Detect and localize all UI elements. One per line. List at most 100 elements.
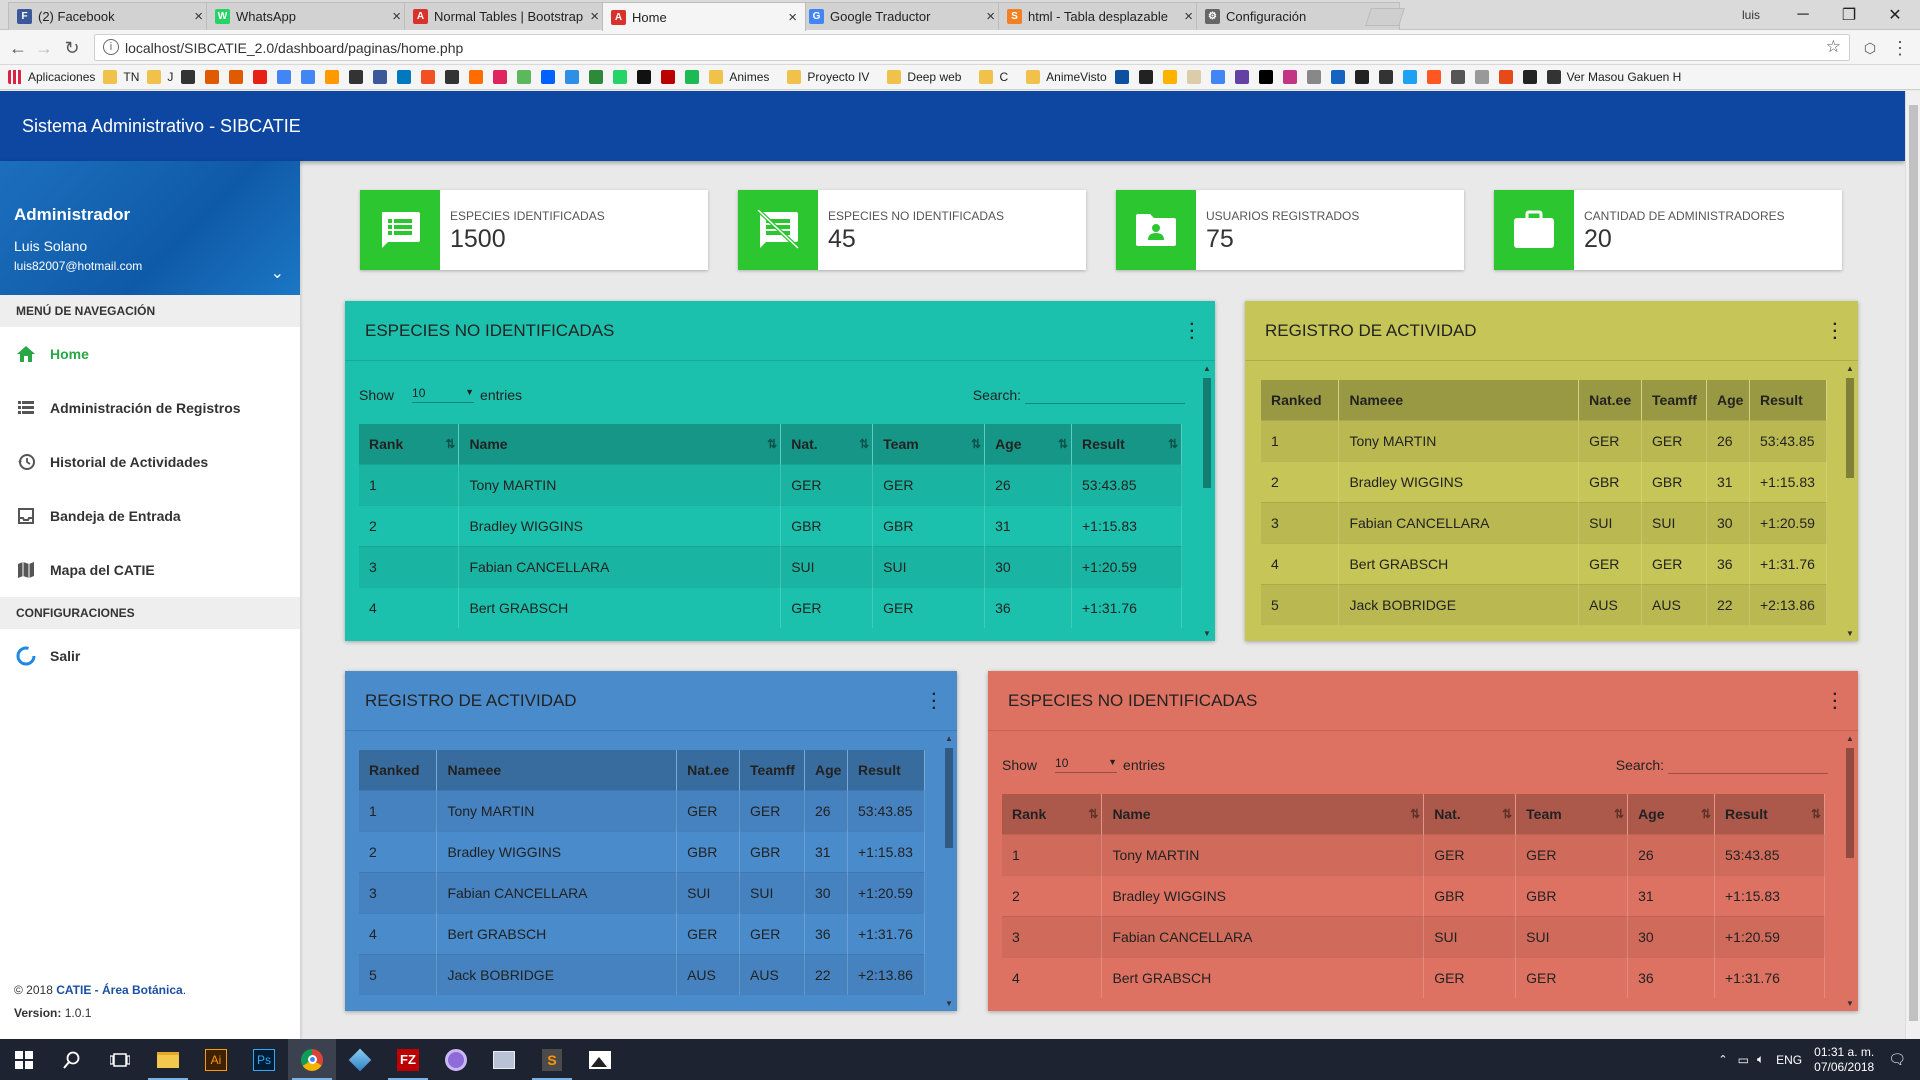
browser-tab[interactable]: F (2) Facebook ×: [8, 2, 212, 30]
bookmark-favicon-icon[interactable]: [205, 70, 220, 84]
table-row[interactable]: 2 Bradley WIGGINS GBR GBR 31 +1:15.83: [1002, 874, 1825, 916]
entries-select[interactable]: 10 ▼: [1055, 756, 1118, 773]
more-vert-icon[interactable]: · · ·: [932, 687, 937, 717]
bookmark-favicon-icon[interactable]: [1474, 70, 1489, 84]
tab-close-icon[interactable]: ×: [590, 8, 599, 25]
bookmark-favicon-icon[interactable]: [1522, 70, 1537, 84]
chevron-up-icon[interactable]: ⌃: [1718, 1053, 1727, 1066]
sidebar-item-bandeja[interactable]: Bandeja de Entrada: [0, 489, 300, 543]
new-tab-button[interactable]: [1365, 8, 1405, 26]
column-header[interactable]: Nat.ee: [676, 750, 741, 790]
bookmark-folder[interactable]: J: [147, 70, 173, 84]
minimize-icon[interactable]: ─: [1780, 0, 1826, 30]
table-row[interactable]: 4 Bert GRABSCH GER GER 36 +1:31.76: [1002, 956, 1825, 998]
bookmark-favicon-icon[interactable]: [661, 70, 676, 84]
bookmark-favicon-icon[interactable]: [1114, 70, 1129, 84]
bookmark-folder[interactable]: C: [979, 70, 1008, 84]
bookmark-link[interactable]: Ver Masou Gakuen H: [1546, 70, 1681, 84]
bookmark-favicon-icon[interactable]: [181, 70, 196, 84]
volume-icon[interactable]: 🔈︎: [1757, 1052, 1764, 1067]
app-title[interactable]: Sistema Administrativo - SIBCATIE: [22, 116, 301, 137]
browser-tab[interactable]: G Google Traductor ×: [800, 2, 1004, 30]
bookmark-favicon-icon[interactable]: [637, 70, 652, 84]
bookmark-favicon-icon[interactable]: [1354, 70, 1369, 84]
column-header[interactable]: Ranked: [1261, 380, 1340, 420]
menu-icon[interactable]: ⋮: [1888, 36, 1912, 60]
search-input[interactable]: [1025, 386, 1185, 404]
table-row[interactable]: 3 Fabian CANCELLARA SUI SUI 30 +1:20.59: [1002, 915, 1825, 957]
column-header[interactable]: Team ⇅: [1515, 794, 1629, 834]
tab-close-icon[interactable]: ×: [1184, 8, 1193, 25]
bookmark-favicon-icon[interactable]: [373, 70, 388, 84]
url-field[interactable]: i localhost/SIBCATIE_2.0/dashboard/pagin…: [94, 34, 1850, 61]
browser-tab[interactable]: W WhatsApp ×: [206, 2, 410, 30]
bookmark-favicon-icon[interactable]: [1138, 70, 1153, 84]
column-header[interactable]: Result ⇅: [1714, 794, 1825, 834]
back-icon[interactable]: ←: [6, 36, 30, 60]
sublime-text-icon[interactable]: S: [528, 1039, 576, 1080]
column-header[interactable]: Age: [804, 750, 848, 790]
column-header[interactable]: Teamff: [1641, 380, 1708, 420]
column-header[interactable]: Age: [1706, 380, 1750, 420]
sidebar-item-home[interactable]: Home: [0, 327, 300, 381]
table-row[interactable]: 1 Tony MARTIN GER GER 26 53:43.85: [1002, 833, 1825, 875]
table-row[interactable]: 5 Jack BOBRIDGE AUS AUS 22 +2:13.86: [1261, 583, 1827, 625]
filezilla-icon[interactable]: FZ: [384, 1039, 432, 1080]
sort-icon[interactable]: ⇅: [971, 437, 981, 451]
info-icon[interactable]: i: [103, 39, 119, 55]
browser-tab[interactable]: A Home ×: [602, 2, 806, 31]
bookmark-star-icon[interactable]: ☆: [1826, 37, 1841, 57]
table-row[interactable]: 3 Fabian CANCELLARA SUI SUI 30 +1:20.59: [359, 545, 1182, 587]
sort-icon[interactable]: ⇅: [1088, 807, 1098, 821]
column-header[interactable]: Nat.ee: [1578, 380, 1643, 420]
bookmark-apps[interactable]: Aplicaciones: [8, 70, 95, 84]
bookmark-favicon-icon[interactable]: [541, 70, 556, 84]
language-indicator[interactable]: ENG: [1776, 1053, 1802, 1067]
bookmark-favicon-icon[interactable]: [1402, 70, 1417, 84]
bookmark-favicon-icon[interactable]: [613, 70, 628, 84]
notifications-icon[interactable]: 🗨︎: [1888, 1051, 1906, 1068]
bookmark-favicon-icon[interactable]: [277, 70, 292, 84]
clock[interactable]: 01:31 a. m. 07/06/2018: [1814, 1045, 1874, 1075]
search-input[interactable]: [1668, 756, 1828, 774]
sidebar-item-historial[interactable]: Historial de Actividades: [0, 435, 300, 489]
bookmark-favicon-icon[interactable]: [1426, 70, 1441, 84]
footer-org-link[interactable]: CATIE - Área Botánica: [56, 983, 182, 997]
sort-icon[interactable]: ⇅: [1410, 807, 1420, 821]
bookmark-favicon-icon[interactable]: [325, 70, 340, 84]
more-vert-icon[interactable]: · · ·: [1190, 317, 1195, 347]
table-row[interactable]: 1 Tony MARTIN GER GER 26 53:43.85: [359, 789, 925, 831]
table-row[interactable]: 2 Bradley WIGGINS GBR GBR 31 +1:15.83: [359, 504, 1182, 546]
bookmark-favicon-icon[interactable]: [1498, 70, 1513, 84]
bookmark-favicon-icon[interactable]: [517, 70, 532, 84]
table-row[interactable]: 4 Bert GRABSCH GER GER 36 +1:31.76: [359, 912, 925, 954]
bookmark-favicon-icon[interactable]: [1330, 70, 1345, 84]
bookmark-favicon-icon[interactable]: [565, 70, 580, 84]
column-header[interactable]: Ranked: [359, 750, 438, 790]
column-header[interactable]: Nameee: [1338, 380, 1580, 420]
file-explorer-icon[interactable]: [144, 1039, 192, 1080]
bookmark-favicon-icon[interactable]: [1378, 70, 1393, 84]
windows-start-icon[interactable]: [0, 1039, 48, 1080]
bookmark-favicon-icon[interactable]: [589, 70, 604, 84]
column-header[interactable]: Nat. ⇅: [780, 424, 874, 464]
bookmark-favicon-icon[interactable]: [1234, 70, 1249, 84]
cube-app-icon[interactable]: [336, 1039, 384, 1080]
bookmark-favicon-icon[interactable]: [1306, 70, 1321, 84]
bookmark-folder[interactable]: AnimeVisto: [1026, 70, 1107, 84]
bookmark-favicon-icon[interactable]: [493, 70, 508, 84]
sort-icon[interactable]: ⇅: [1614, 807, 1624, 821]
page-scrollbar[interactable]: [1905, 91, 1920, 1039]
bookmark-favicon-icon[interactable]: [1210, 70, 1225, 84]
search-icon[interactable]: [48, 1039, 96, 1080]
card-scrollbar[interactable]: ▲ ▼: [1844, 364, 1856, 639]
photos-icon[interactable]: [576, 1039, 624, 1080]
column-header[interactable]: Age ⇅: [984, 424, 1072, 464]
card-scrollbar[interactable]: ▲ ▼: [1201, 364, 1213, 639]
bookmark-favicon-icon[interactable]: [685, 70, 700, 84]
sort-icon[interactable]: ⇅: [1168, 437, 1178, 451]
task-view-icon[interactable]: [96, 1039, 144, 1080]
table-row[interactable]: 2 Bradley WIGGINS GBR GBR 31 +1:15.83: [359, 830, 925, 872]
profile-name[interactable]: luis: [1742, 8, 1760, 22]
bookmark-favicon-icon[interactable]: [349, 70, 364, 84]
